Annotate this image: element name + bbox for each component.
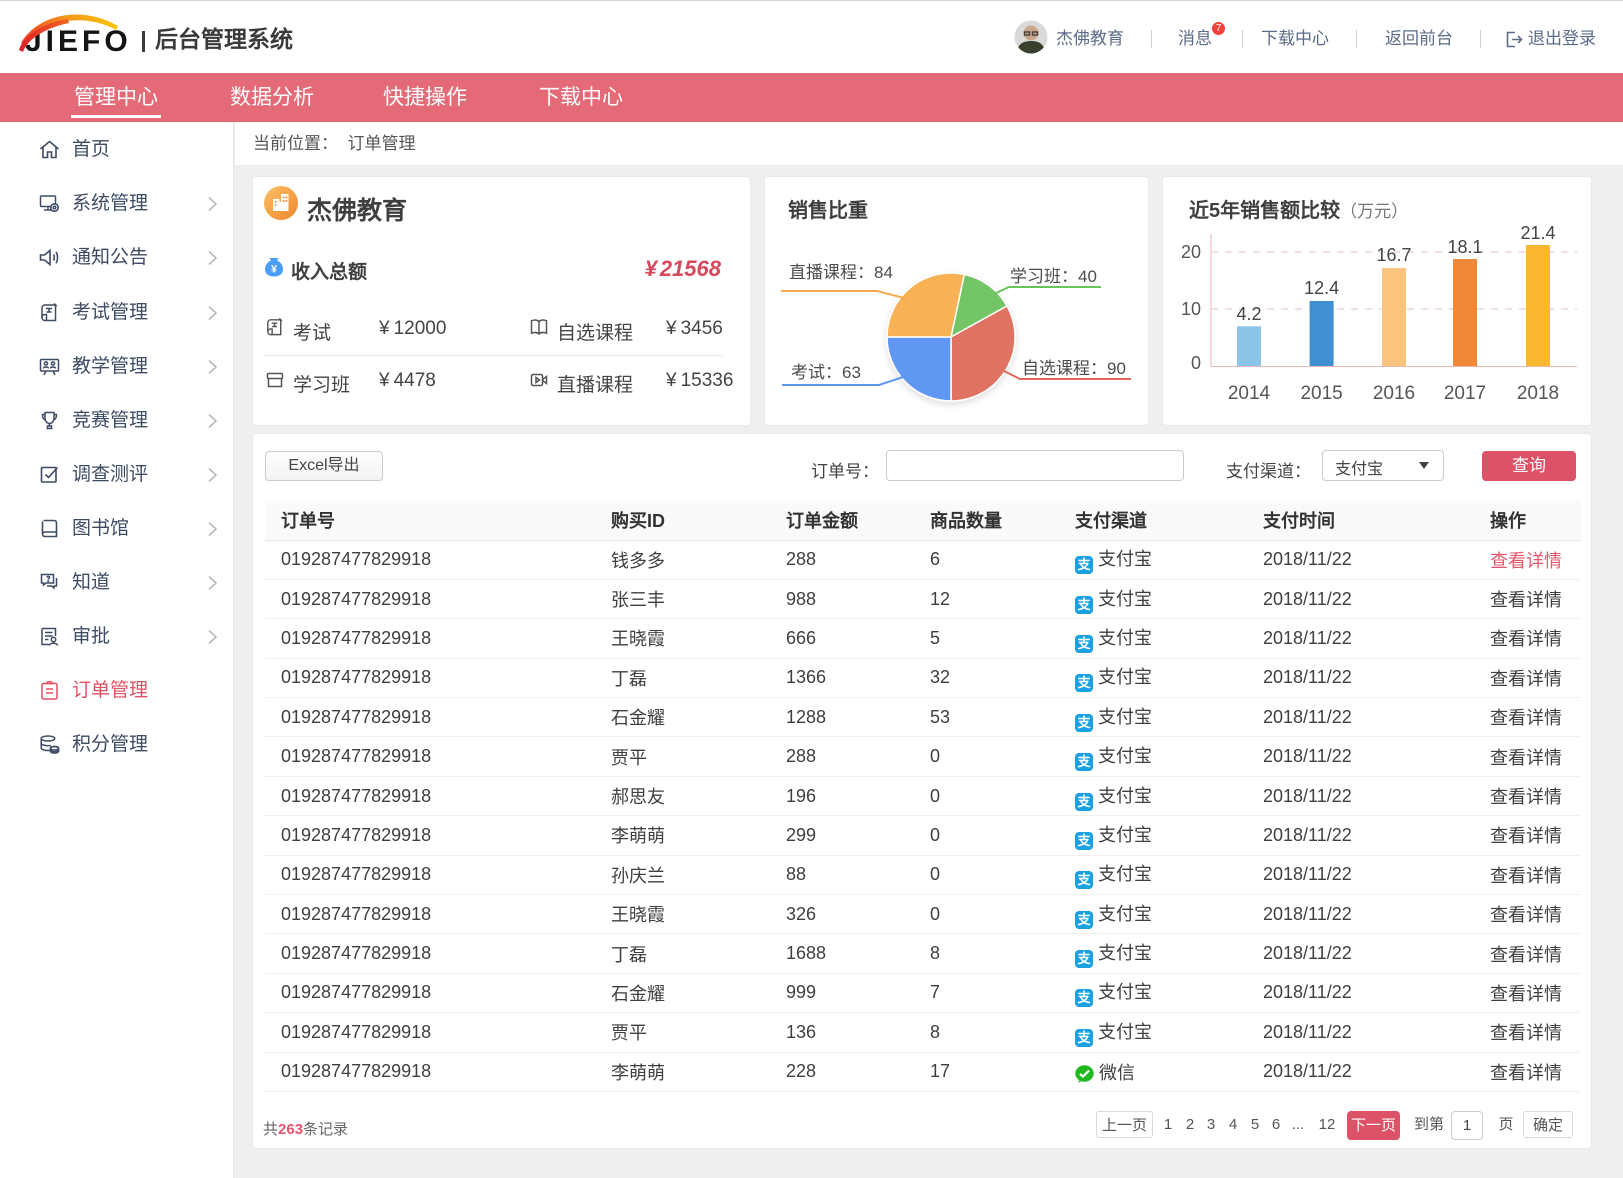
svg-text:2017: 2017 [1444, 383, 1486, 404]
svg-text:16.7: 16.7 [1376, 245, 1411, 265]
svg-text:2015: 2015 [1300, 383, 1342, 404]
svg-text:学习班：40: 学习班：40 [1010, 267, 1097, 286]
svg-text:18.1: 18.1 [1447, 237, 1482, 257]
svg-text:¥: ¥ [271, 264, 278, 276]
svg-text:12.4: 12.4 [1304, 278, 1339, 298]
svg-text:2016: 2016 [1373, 383, 1415, 404]
svg-text:0: 0 [1191, 353, 1201, 373]
svg-text:2018: 2018 [1517, 383, 1559, 404]
svg-text:2014: 2014 [1228, 383, 1271, 404]
svg-text:4.2: 4.2 [1236, 304, 1261, 324]
svg-text:自选课程：90: 自选课程：90 [1022, 359, 1126, 378]
svg-text:考试：63: 考试：63 [791, 363, 861, 382]
svg-text:直播课程：84: 直播课程：84 [789, 263, 893, 282]
svg-text:20: 20 [1181, 242, 1201, 262]
svg-text:21.4: 21.4 [1520, 223, 1555, 243]
svg-text:10: 10 [1181, 299, 1201, 319]
